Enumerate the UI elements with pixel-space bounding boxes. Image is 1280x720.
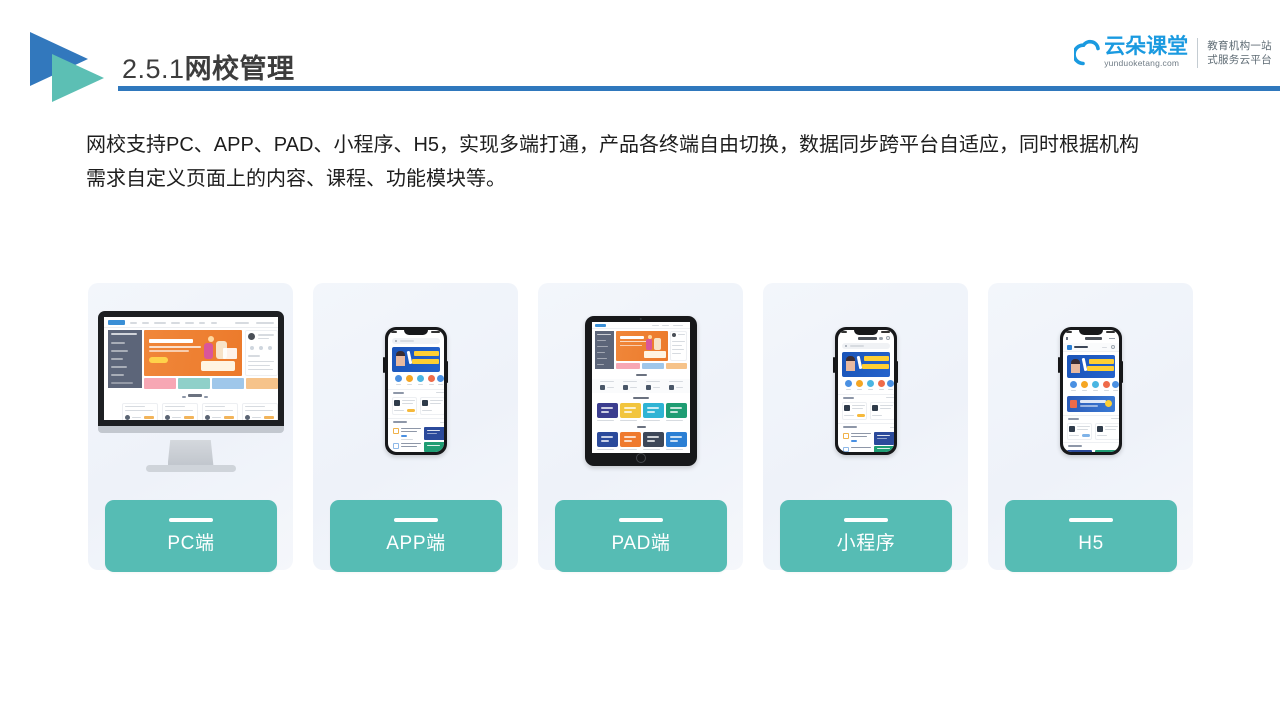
brand-separator (1197, 37, 1199, 68)
device-card-label: APP端 (386, 533, 446, 554)
section-title: 网校管理 (184, 54, 295, 84)
device-card-row: PC端 APP端 PAD端 小程序 H5 (88, 283, 1193, 578)
brand-tagline-line1: 教育机构一站 (1207, 39, 1272, 52)
brand-url: yunduoketang.com (1104, 58, 1180, 68)
brand-name: 云朵课堂 (1104, 35, 1189, 58)
lead-line-2: 需求自定义页面上的内容、课程、功能模块等。 (86, 168, 506, 190)
section-number: 2.5.1 (122, 54, 185, 84)
button-accent-bar (619, 518, 663, 522)
device-card-button[interactable]: 小程序 (780, 500, 952, 572)
button-accent-bar (1069, 518, 1113, 522)
device-card-button[interactable]: H5 (1005, 500, 1177, 572)
lead-line-1: 网校支持PC、APP、PAD、小程序、H5，实现多端打通，产品各终端自由切换，数… (86, 134, 1140, 156)
device-card-label: H5 (1078, 533, 1104, 554)
device-card[interactable]: PC端 (88, 283, 293, 578)
desktop-monitor-icon (88, 283, 293, 498)
slide-root: 2.5.1网校管理 云朵课堂 yunduoketang.com 教育机构一站 式… (0, 0, 1280, 720)
device-card[interactable]: H5 (988, 283, 1193, 578)
device-card-label: PC端 (167, 533, 215, 554)
header-divider (118, 86, 1280, 91)
brand-tagline: 教育机构一站 式服务云平台 (1207, 39, 1272, 67)
button-accent-bar (844, 518, 888, 522)
button-accent-bar (394, 518, 438, 522)
mobile-phone-icon (763, 283, 968, 498)
cloud-icon (1072, 39, 1104, 69)
brand-tagline-line2: 式服务云平台 (1207, 53, 1272, 66)
tablet-icon (538, 283, 743, 498)
mobile-phone-icon (313, 283, 518, 498)
device-card-button[interactable]: PAD端 (555, 500, 727, 572)
page-title: 2.5.1网校管理 (122, 47, 295, 86)
device-card-button[interactable]: APP端 (330, 500, 502, 572)
button-accent-bar (169, 518, 213, 522)
lead-paragraph: 网校支持PC、APP、PAD、小程序、H5，实现多端打通，产品各终端自由切换，数… (86, 128, 1206, 196)
device-card[interactable]: 小程序 (763, 283, 968, 578)
device-card[interactable]: APP端 (313, 283, 518, 578)
device-card-label: 小程序 (836, 533, 896, 554)
device-card[interactable]: PAD端 (538, 283, 743, 578)
device-card-label: PAD端 (611, 533, 671, 554)
brand-block: 云朵课堂 yunduoketang.com 教育机构一站 式服务云平台 (1072, 35, 1272, 69)
mobile-phone-icon (988, 283, 1193, 498)
device-card-button[interactable]: PC端 (105, 500, 277, 572)
play-triangle-logo-icon (26, 28, 122, 104)
